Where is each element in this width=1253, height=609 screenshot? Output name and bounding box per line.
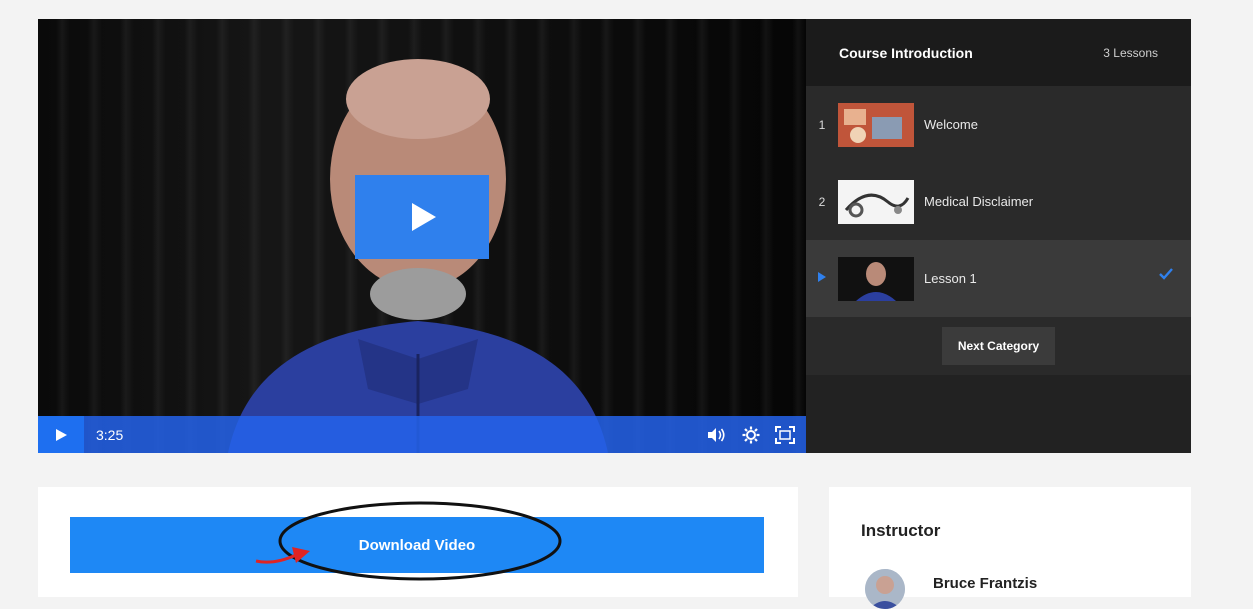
instructor-heading: Instructor (861, 521, 941, 540)
gear-icon (742, 426, 760, 443)
next-category-row: Next Category (806, 317, 1191, 375)
instructor-card: Instructor Bruce Frantzis (829, 487, 1191, 609)
fullscreen-button[interactable] (770, 420, 800, 450)
lesson-item-welcome[interactable]: 1 Welcome (806, 86, 1191, 163)
play-indicator-icon (818, 272, 826, 282)
playlist-title: Course Introduction (839, 44, 973, 61)
video-controls-bar: 3:25 (38, 416, 806, 453)
playlist-header: Course Introduction 3 Lessons (806, 19, 1191, 86)
lesson-number: 2 (818, 194, 826, 209)
lesson-thumbnail (838, 102, 914, 147)
play-icon (412, 203, 436, 231)
play-overlay-button[interactable] (355, 175, 489, 259)
fullscreen-icon (775, 425, 795, 444)
video-frame[interactable]: 3:25 (38, 19, 806, 453)
instructor-name: Bruce Frantzis (933, 575, 1038, 592)
volume-icon (708, 427, 725, 442)
lesson-thumbnail (838, 179, 914, 224)
lesson-count: 3 Lessons (1103, 45, 1158, 60)
lesson-item-medical-disclaimer[interactable]: 2 Medical Disclaimer (806, 163, 1191, 240)
play-icon (56, 428, 67, 441)
lesson-number: 1 (818, 117, 826, 132)
lesson-playlist: Course Introduction 3 Lessons 1 Welcome … (806, 19, 1191, 453)
video-time: 3:25 (96, 426, 124, 443)
check-icon (1159, 268, 1173, 280)
lesson-label: Lesson 1 (924, 271, 977, 286)
lesson-label: Medical Disclaimer (924, 194, 1034, 209)
lesson-item-lesson-1[interactable]: Lesson 1 (806, 240, 1191, 317)
download-video-button[interactable]: Download Video (70, 517, 764, 573)
lesson-label: Welcome (924, 117, 978, 132)
instructor-photo (865, 569, 905, 609)
lesson-thumbnail (838, 256, 914, 301)
settings-button[interactable] (736, 420, 766, 450)
video-player-area: 3:25 Course Introduction 3 Lessons 1 Wel… (38, 19, 1191, 453)
download-card: Download Video (38, 487, 798, 597)
volume-button[interactable] (702, 420, 732, 450)
avatar (865, 569, 905, 609)
play-button[interactable] (38, 416, 84, 453)
now-playing-indicator (806, 271, 838, 286)
next-category-button[interactable]: Next Category (941, 327, 1056, 365)
